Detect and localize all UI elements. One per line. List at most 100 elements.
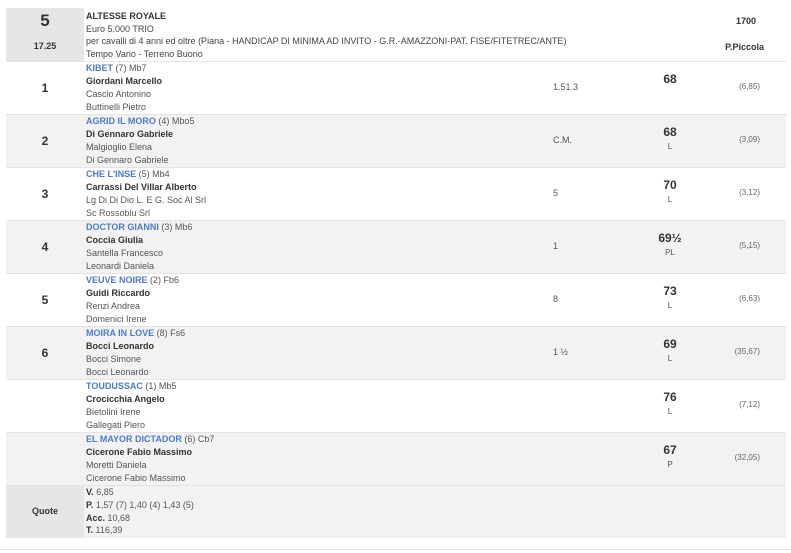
jockey-name: Cicerone Fabio Massimo <box>86 447 193 457</box>
distance-gap: 1 <box>553 241 559 251</box>
odds-value: (3,12) <box>739 188 760 197</box>
race-header: 5 17.25 ALTESSE ROYALE Euro 5.000 TRIO p… <box>6 8 786 62</box>
quote-row: Quote V. 6,85 P. 1,57 (7) 1,40 (4) 1,43 … <box>6 486 786 538</box>
quote-label-cell: Quote <box>6 486 84 538</box>
weight-value: 69½ <box>658 231 682 245</box>
horse-line: AGRID IL MORO (4) Mbo5 <box>86 115 194 128</box>
weight-value: 70 <box>663 178 677 192</box>
odds-value: (3,09) <box>739 135 760 144</box>
equipment-note: L <box>667 195 673 204</box>
trainer-name: Malgioglio Elena <box>86 142 153 152</box>
horse-line: KIBET (7) Mb7 <box>86 62 162 75</box>
jockey-name: Carrassi Del Villar Alberto <box>86 182 197 192</box>
finish-position: 2 <box>41 134 49 148</box>
quote-v-value: 6,85 <box>93 487 114 497</box>
distance-gap: 8 <box>553 294 559 304</box>
quote-label: Quote <box>32 506 58 516</box>
jockey-name: Giordani Marcello <box>86 76 163 86</box>
race-title: ALTESSE ROYALE <box>86 11 167 21</box>
horse-line: VEUVE NOIRE (2) Fb6 <box>86 274 179 287</box>
horse-name-link[interactable]: KIBET <box>86 63 113 73</box>
finish-position: 5 <box>41 293 49 307</box>
quote-acc-label: Acc. <box>86 512 106 523</box>
quote-vincente: V. 6,85 <box>86 486 194 499</box>
runner-info: DOCTOR GIANNI (3) Mb6 Coccia Giulia Santel… <box>86 221 192 273</box>
owner-name: Di Gennaro Gabriele <box>86 155 169 165</box>
horse-name-link[interactable]: TOUDUSSAC <box>86 381 143 391</box>
finish-position: 6 <box>41 346 49 360</box>
horse-details: (1) Mb5 <box>142 381 177 391</box>
position-cell: 2 <box>6 115 84 167</box>
horse-name-link[interactable]: DOCTOR GIANNI <box>86 222 159 232</box>
trainer-name: Cascio Antonino <box>86 89 152 99</box>
trainer-name: Renzi Andrea <box>86 301 141 311</box>
runner-info: TOUDUSSAC (1) Mb5 Crocicchia Angelo Bietol… <box>86 380 176 432</box>
position-cell <box>6 433 84 485</box>
horse-details: (2) Fb6 <box>147 275 180 285</box>
race-track: P.Piccola <box>725 42 764 52</box>
horse-name-link[interactable]: EL MAYOR DICTADOR <box>86 434 182 444</box>
quote-values: V. 6,85 P. 1,57 (7) 1,40 (4) 1,43 (5) Ac… <box>86 486 194 537</box>
finish-position: 4 <box>41 240 49 254</box>
horse-name-link[interactable]: CHE L'INSE <box>86 169 136 179</box>
equipment-note: P <box>667 460 673 469</box>
horse-details: (3) Mb6 <box>158 222 193 232</box>
horse-name-link[interactable]: AGRID IL MORO <box>86 116 156 126</box>
finish-position: 3 <box>41 187 49 201</box>
runner-info: EL MAYOR DICTADOR (6) Cb7 Cicerone Fabio … <box>86 433 214 485</box>
weight-value: 69 <box>663 337 677 351</box>
jockey-name: Coccia Giulia <box>86 235 144 245</box>
horse-name-link[interactable]: MOIRA IN LOVE <box>86 328 154 338</box>
owner-name: Leonardi Daniela <box>86 261 155 271</box>
race-conditions: per cavalli di 4 anni ed oltre (Piana - … <box>86 36 567 46</box>
weight-value: 76 <box>663 390 677 404</box>
owner-name: Domenici Irene <box>86 314 147 324</box>
runner-row: EL MAYOR DICTADOR (6) Cb7 Cicerone Fabio … <box>6 433 786 486</box>
runner-info: KIBET (7) Mb7 Giordani Marcello Cascio Ant… <box>86 62 162 114</box>
quote-accoppiata: Acc. 10,68 <box>86 512 194 525</box>
odds-value: (35,67) <box>734 347 760 356</box>
runner-info: CHE L'INSE (5) Mb4 Carrassi Del Villar Al… <box>86 168 206 220</box>
race-details: ALTESSE ROYALE Euro 5.000 TRIO per caval… <box>86 10 566 60</box>
race-results-table: 5 17.25 ALTESSE ROYALE Euro 5.000 TRIO p… <box>6 8 786 538</box>
distance-gap: C.M. <box>553 135 572 145</box>
quote-trio: T. 116,39 <box>86 524 194 537</box>
owner-name: Gallegati Piero <box>86 420 146 430</box>
horse-line: CHE L'INSE (5) Mb4 <box>86 168 206 181</box>
runner-list: 1 KIBET (7) Mb7 Giordani Marcello Cascio An… <box>6 62 786 486</box>
weight-value: 68 <box>663 72 677 86</box>
weight-value: 68 <box>663 125 677 139</box>
jockey-name: Di Gennaro Gabriele <box>86 129 174 139</box>
quote-v-label: V. <box>86 487 94 497</box>
quote-acc-value: 10,68 <box>105 512 131 523</box>
runner-row: 1 KIBET (7) Mb7 Giordani Marcello Cascio An… <box>6 62 786 115</box>
distance-gap: 5 <box>553 188 559 198</box>
runner-row: 3 CHE L'INSE (5) Mb4 Carrassi Del Villar A… <box>6 168 786 221</box>
runner-row: 4 DOCTOR GIANNI (3) Mb6 Coccia Giulia Sante… <box>6 221 786 274</box>
odds-value: (32,05) <box>734 453 760 462</box>
horse-details: (4) Mbo5 <box>155 116 195 126</box>
runner-row: 6 MOIRA IN LOVE (8) Fs6 Bocci Leonardo Bocc… <box>6 327 786 380</box>
position-cell: 5 <box>6 274 84 326</box>
finish-position: 1 <box>41 81 49 95</box>
quote-p-value: 1,57 (7) 1,40 (4) 1,43 (5) <box>93 499 194 510</box>
horse-line: MOIRA IN LOVE (8) Fs6 <box>86 327 185 340</box>
horse-name-link[interactable]: VEUVE NOIRE <box>86 275 148 285</box>
trainer-name: Moretti Daniela <box>86 460 147 470</box>
odds-value: (6,63) <box>739 294 760 303</box>
equipment-note: L <box>667 301 673 310</box>
position-cell: 6 <box>6 327 84 379</box>
runner-row: 5 VEUVE NOIRE (2) Fb6 Guidi Riccardo Renzi … <box>6 274 786 327</box>
trainer-name: Bietolini Irene <box>86 407 141 417</box>
runner-info: MOIRA IN LOVE (8) Fs6 Bocci Leonardo Bocci… <box>86 327 185 379</box>
horse-line: TOUDUSSAC (1) Mb5 <box>86 380 176 393</box>
horse-line: DOCTOR GIANNI (3) Mb6 <box>86 221 192 234</box>
odds-value: (5,15) <box>739 241 760 250</box>
race-distance: 1700 <box>735 16 756 26</box>
runner-row: 2 AGRID IL MORO (4) Mbo5 Di Gennaro Gabrie… <box>6 115 786 168</box>
trainer-name: Santella Francesco <box>86 248 164 258</box>
runner-info: AGRID IL MORO (4) Mbo5 Di Gennaro Gabriel… <box>86 115 194 167</box>
horse-details: (6) Cb7 <box>181 434 215 444</box>
weight-value: 73 <box>663 284 677 298</box>
owner-name: Bocci Leonardo <box>86 367 149 377</box>
